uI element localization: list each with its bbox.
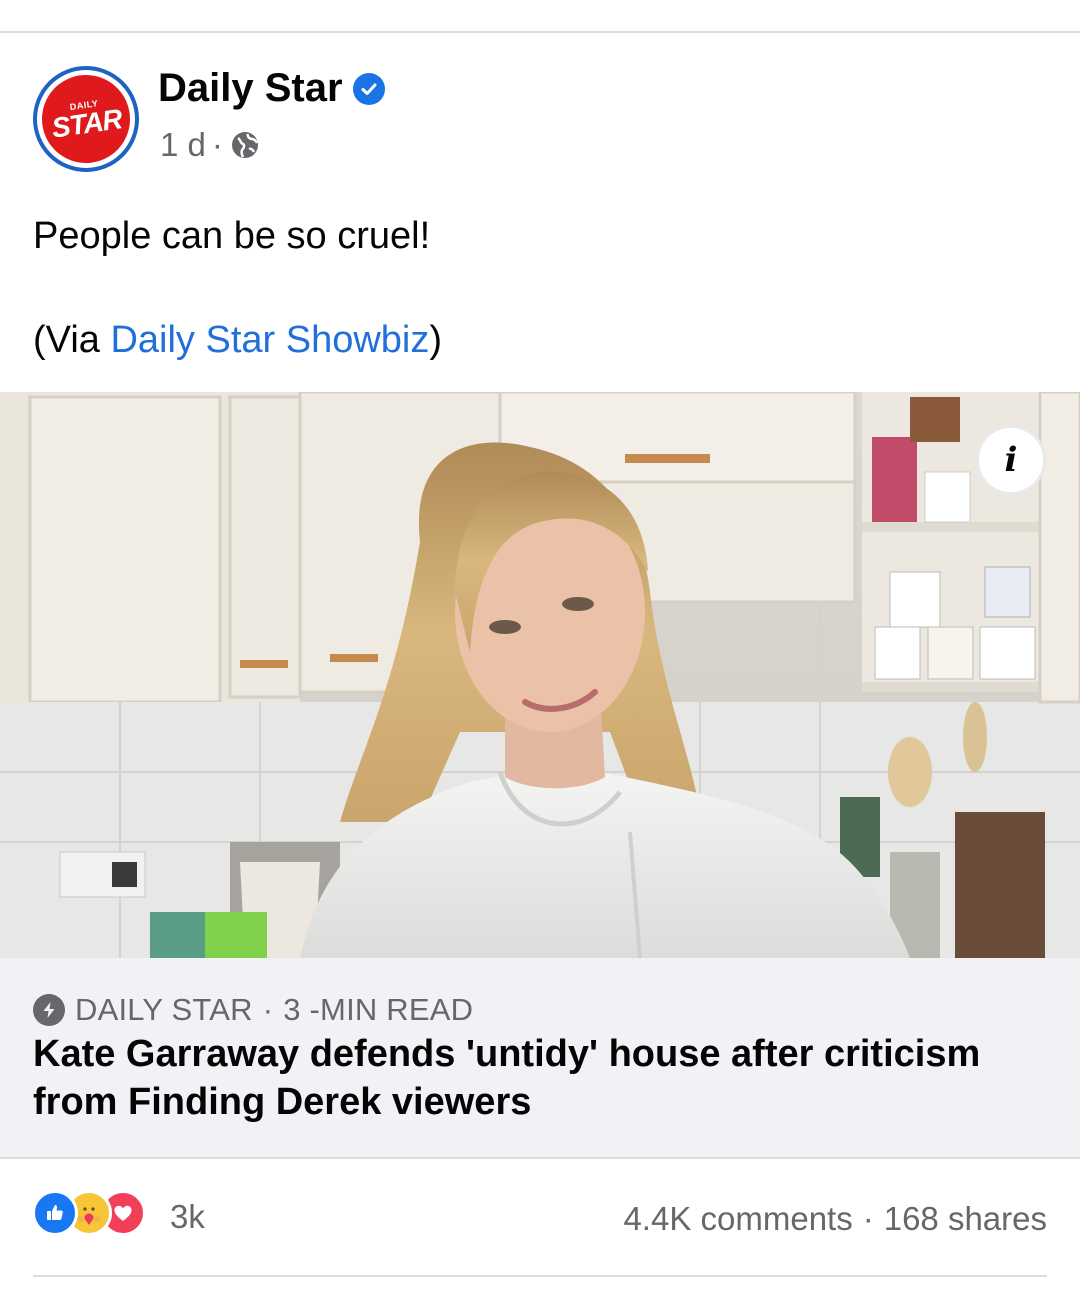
previous-section-edge <box>0 0 1080 33</box>
bottom-divider <box>33 1275 1047 1277</box>
link-source-separator: · <box>262 992 274 1027</box>
top-divider <box>0 31 1080 33</box>
like-icon <box>32 1190 78 1236</box>
kitchen-photo <box>0 392 1080 958</box>
showbiz-link[interactable]: Daily Star Showbiz <box>110 319 429 361</box>
link-source-row: DAILY STAR · 3 -MIN READ <box>33 992 473 1028</box>
post-text-line1: People can be so cruel! <box>33 215 431 257</box>
info-button[interactable]: i <box>976 425 1046 495</box>
via-prefix: (Via <box>33 319 111 361</box>
post-message: People can be so cruel! (Via Daily Star … <box>33 210 1043 366</box>
link-source: DAILY STAR <box>75 992 253 1027</box>
globe-icon <box>229 129 261 161</box>
comments-count[interactable]: 4.4K comments <box>623 1200 852 1238</box>
link-preview-card[interactable]: DAILY STAR · 3 -MIN READ Kate Garraway d… <box>0 958 1080 1159</box>
instant-article-bolt-icon <box>33 994 65 1026</box>
reactions-bar: 3k 4.4K comments · 168 shares <box>0 1172 1080 1262</box>
page-name-row: Daily Star <box>158 66 385 111</box>
post-time[interactable]: 1 d <box>160 126 206 164</box>
post-text-line2: (Via Daily Star Showbiz) <box>33 314 1043 366</box>
meta-separator: · <box>211 126 223 163</box>
daily-star-logo: DAILY STAR <box>36 69 136 169</box>
logo-text-big: STAR <box>49 102 124 144</box>
link-title[interactable]: Kate Garraway defends 'untidy' house aft… <box>33 1030 1043 1126</box>
article-image[interactable]: i <box>0 392 1080 958</box>
engagement-summary: 4.4K comments · 168 shares <box>623 1200 1047 1238</box>
verified-badge-icon <box>352 72 385 105</box>
reaction-icons[interactable] <box>32 1190 146 1236</box>
info-icon: i <box>1004 440 1018 480</box>
shares-count[interactable]: 168 shares <box>884 1200 1047 1238</box>
post-meta: 1 d · <box>160 126 261 164</box>
page-avatar[interactable]: DAILY STAR <box>33 66 139 172</box>
engagement-separator: · <box>862 1200 874 1237</box>
read-time: 3 -MIN READ <box>283 992 474 1027</box>
post-header: DAILY STAR Daily Star 1 d · <box>0 34 1080 194</box>
via-suffix: ) <box>429 319 443 361</box>
page-name[interactable]: Daily Star <box>158 66 343 111</box>
reaction-count[interactable]: 3k <box>170 1198 205 1236</box>
